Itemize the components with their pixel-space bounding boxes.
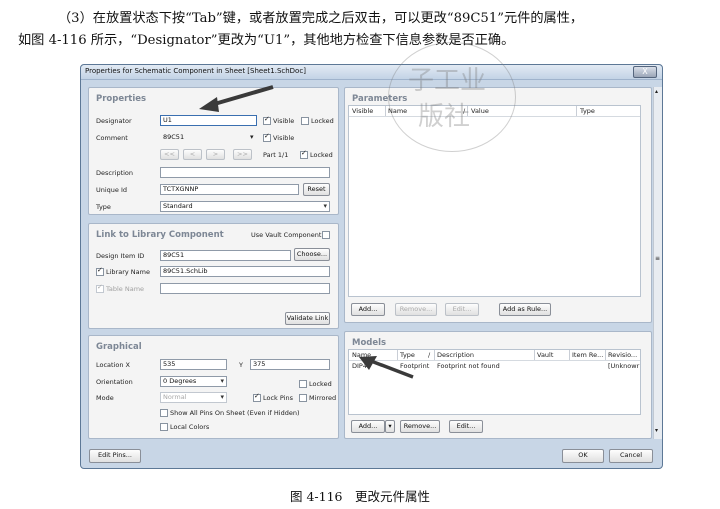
designator-label: Designator <box>96 117 132 125</box>
model-col-item-revision[interactable]: Item Re... <box>572 351 603 359</box>
type-select[interactable]: Standard <box>160 201 330 212</box>
last-part-button[interactable]: >> <box>233 149 252 160</box>
cancel-button[interactable]: Cancel <box>609 449 653 463</box>
mirrored-label: Mirrored <box>309 394 337 402</box>
unique-id-label: Unique Id <box>96 186 128 194</box>
component-properties-dialog: Properties for Schematic Component in Sh… <box>80 64 663 469</box>
orientation-select[interactable]: 0 Degrees <box>160 376 227 387</box>
graphical-panel: Graphical Location X 535 Y 375 Orientati… <box>88 335 339 439</box>
body-paragraph: （3）在放置状态下按“Tab”键，或者放置完成之后双击，可以更改“89C51”元… <box>18 8 708 52</box>
param-col-visible[interactable]: Visible <box>352 107 373 115</box>
table-name-label: Table Name <box>106 285 145 293</box>
close-button[interactable]: X <box>633 66 657 78</box>
scroll-grip-icon: ≡ <box>655 255 661 262</box>
library-panel-title: Link to Library Component <box>96 230 224 240</box>
designator-visible-checkbox[interactable] <box>263 115 271 125</box>
model-col-revision[interactable]: Revisio... <box>608 351 637 359</box>
scroll-up-icon[interactable]: ▴ <box>655 88 658 95</box>
choose-button[interactable]: Choose... <box>294 248 330 261</box>
model-add-dropdown-icon[interactable]: ▾ <box>385 420 395 433</box>
show-all-pins-checkbox[interactable] <box>160 409 168 417</box>
properties-panel-title: Properties <box>96 94 147 104</box>
comment-combo[interactable]: 89C51 <box>160 132 257 143</box>
figure-caption: 图 4-116 更改元件属性 <box>289 489 430 504</box>
local-colors-label: Local Colors <box>170 423 210 431</box>
designator-input[interactable]: U1 <box>160 115 257 126</box>
param-add-button[interactable]: Add... <box>351 303 385 316</box>
local-colors-checkbox[interactable] <box>160 423 168 431</box>
library-link-panel: Link to Library Component Use Vault Comp… <box>88 223 339 329</box>
mode-label: Mode <box>96 394 114 402</box>
designator-locked-checkbox[interactable] <box>301 117 309 125</box>
model-row-description: Footprint not found <box>437 362 500 370</box>
first-part-button[interactable]: << <box>160 149 179 160</box>
description-label: Description <box>96 169 134 177</box>
model-remove-button[interactable]: Remove... <box>400 420 440 433</box>
mode-select[interactable]: Normal <box>160 392 227 403</box>
previous-part-button[interactable]: < <box>183 149 202 160</box>
part-locked-label: Locked <box>310 151 333 159</box>
dialog-titlebar: Properties for Schematic Component in Sh… <box>81 65 662 80</box>
footprint-annotation-arrow <box>359 356 414 379</box>
graphical-locked-label: Locked <box>309 380 332 388</box>
design-item-input[interactable]: 89C51 <box>160 250 291 261</box>
dialog-title: Properties for Schematic Component in Sh… <box>85 67 306 75</box>
location-y-label: Y <box>239 361 243 369</box>
lock-pins-checkbox[interactable] <box>253 392 261 402</box>
designator-visible-label: Visible <box>273 117 295 125</box>
table-name-checkbox[interactable] <box>96 283 104 293</box>
library-name-input[interactable]: 89C51.SchLib <box>160 266 330 277</box>
designator-locked-label: Locked <box>311 117 334 125</box>
param-remove-button[interactable]: Remove... <box>395 303 437 316</box>
comment-visible-label: Visible <box>273 134 295 142</box>
mirrored-checkbox[interactable] <box>299 394 307 402</box>
lock-pins-label: Lock Pins <box>263 394 293 402</box>
models-panel-title: Models <box>352 338 387 348</box>
model-col-description[interactable]: Description <box>437 351 474 359</box>
next-part-button[interactable]: > <box>206 149 225 160</box>
designator-annotation-arrow <box>199 85 274 112</box>
comment-visible-checkbox[interactable] <box>263 132 271 142</box>
table-name-input[interactable] <box>160 283 330 294</box>
models-panel: Models Name Type / Description Vault Ite… <box>344 331 652 439</box>
paragraph-line-1: （3）在放置状态下按“Tab”键，或者放置完成之后双击，可以更改“89C51”元… <box>58 11 584 26</box>
reset-button[interactable]: Reset <box>303 183 330 196</box>
graphical-locked-checkbox[interactable] <box>299 380 307 388</box>
unique-id-input[interactable]: TCTXGNNP <box>160 184 299 195</box>
model-add-button[interactable]: Add... <box>351 420 385 433</box>
scroll-down-icon[interactable]: ▾ <box>655 427 658 434</box>
part-indicator: Part 1/1 <box>263 151 289 159</box>
show-all-pins-label: Show All Pins On Sheet (Even if Hidden) <box>170 409 300 417</box>
model-col-vault[interactable]: Vault <box>537 351 553 359</box>
type-label: Type <box>96 203 111 211</box>
model-edit-button[interactable]: Edit... <box>449 420 483 433</box>
comment-label: Comment <box>96 134 128 142</box>
model-row-revision: [Unknowr <box>608 362 640 370</box>
param-edit-button[interactable]: Edit... <box>445 303 479 316</box>
use-vault-label: Use Vault Component <box>251 231 322 239</box>
library-name-checkbox[interactable] <box>96 266 104 276</box>
graphical-panel-title: Graphical <box>96 342 142 352</box>
edit-pins-button[interactable]: Edit Pins... <box>89 449 141 463</box>
location-y-input[interactable]: 375 <box>250 359 330 370</box>
comment-dropdown-icon[interactable]: ▾ <box>250 133 254 141</box>
orientation-label: Orientation <box>96 378 133 386</box>
library-name-label: Library Name <box>106 268 150 276</box>
watermark-text-1: 子工业 <box>408 66 487 96</box>
part-locked-checkbox[interactable] <box>300 149 308 159</box>
use-vault-checkbox[interactable] <box>322 231 330 239</box>
location-x-label: Location X <box>96 361 131 369</box>
location-x-input[interactable]: 535 <box>160 359 227 370</box>
description-input[interactable] <box>160 167 330 178</box>
model-col-sort-icon: / <box>428 351 431 359</box>
validate-link-button[interactable]: Validate Link <box>285 312 330 325</box>
param-col-type[interactable]: Type <box>580 107 595 115</box>
watermark-text-2: 版社 <box>418 102 471 132</box>
paragraph-line-2: 如图 4-116 所示，“Designator”更改为“U1”，其他地方检查下信… <box>18 33 515 48</box>
ok-button[interactable]: OK <box>562 449 604 463</box>
design-item-label: Design Item ID <box>96 252 145 260</box>
add-as-rule-button[interactable]: Add as Rule... <box>499 303 551 316</box>
dialog-scrollbar[interactable]: ▴ ≡ ▾ <box>653 87 662 439</box>
